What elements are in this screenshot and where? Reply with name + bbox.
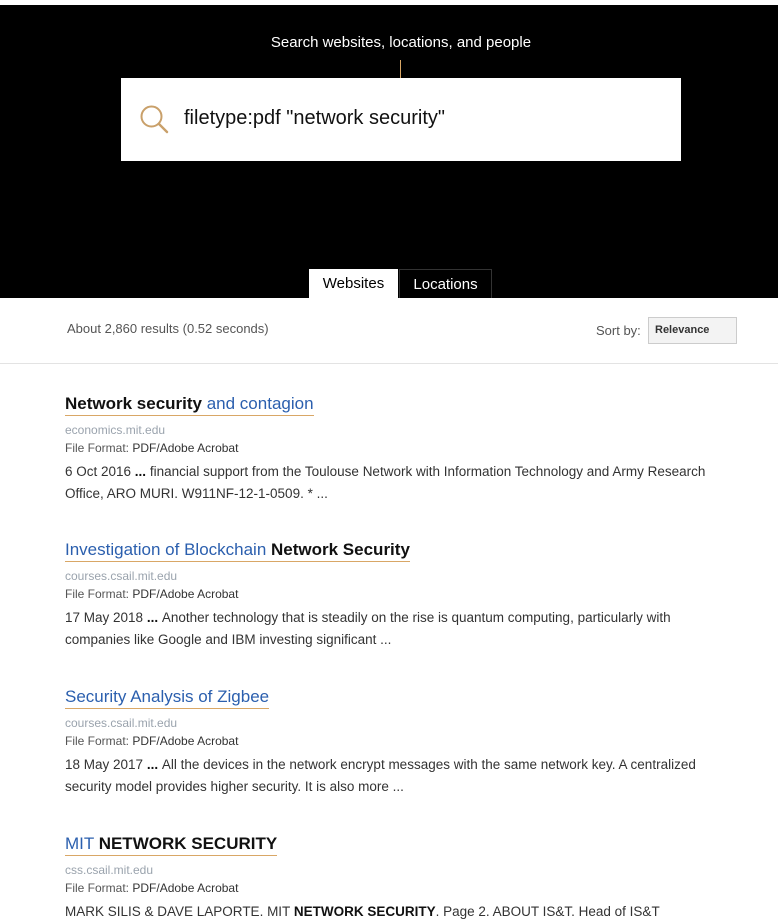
file-format-label: File Format: xyxy=(65,881,130,895)
search-hero-label: Search websites, locations, and people xyxy=(270,34,532,51)
file-format-value: PDF/Adobe Acrobat xyxy=(132,441,239,455)
snippet-ellipsis: ... xyxy=(143,610,162,625)
search-query-text[interactable]: filetype:pdf "network security" xyxy=(184,107,445,130)
results-count: About 2,860 results (0.52 seconds) xyxy=(67,321,269,336)
result-item: Security Analysis of Zigbee courses.csai… xyxy=(65,686,735,798)
result-date: 18 May 2017 xyxy=(65,757,144,772)
result-date: 6 Oct 2016 xyxy=(65,464,132,479)
snippet-text-pre: MARK SILIS & DAVE LAPORTE. MIT xyxy=(65,904,294,919)
result-date: 17 May 2018 xyxy=(65,610,144,625)
snippet-ellipsis: ... xyxy=(143,757,162,772)
result-item: Network security and contagion economics… xyxy=(65,393,735,505)
sort-label: Sort by: xyxy=(596,323,641,338)
tab-locations[interactable]: Locations xyxy=(399,269,492,298)
results-toolbar: About 2,860 results (0.52 seconds) Sort … xyxy=(0,298,778,364)
file-format-value: PDF/Adobe Acrobat xyxy=(132,881,239,895)
search-icon[interactable] xyxy=(139,104,169,134)
result-item: MIT NETWORK SECURITY css.csail.mit.edu F… xyxy=(65,833,735,923)
tab-websites[interactable]: Websites xyxy=(309,269,398,298)
result-title-link[interactable]: MIT NETWORK SECURITY xyxy=(65,833,278,856)
file-format-label: File Format: xyxy=(65,441,130,455)
file-format-label: File Format: xyxy=(65,734,130,748)
snippet-text-bold: NETWORK SECURITY xyxy=(293,904,436,919)
result-title-rest: and contagion xyxy=(202,394,314,413)
file-format-label: File Format: xyxy=(65,587,130,601)
result-snippet: 6 Oct 2016 ... financial support from th… xyxy=(65,461,735,505)
result-url: css.csail.mit.edu xyxy=(65,863,154,877)
search-hero: Search websites, locations, and people f… xyxy=(0,5,778,298)
result-title-pre: Investigation of Blockchain xyxy=(65,540,272,559)
result-snippet: 18 May 2017 ... All the devices in the n… xyxy=(65,754,735,798)
result-snippet: 17 May 2018 ... Another technology that … xyxy=(65,607,735,651)
result-url: courses.csail.mit.edu xyxy=(65,716,178,730)
file-format-value: PDF/Adobe Acrobat xyxy=(132,587,239,601)
result-title-link[interactable]: Security Analysis of Zigbee xyxy=(65,686,270,709)
sort-select[interactable]: Relevance xyxy=(648,317,737,344)
result-file-format: File Format: PDF/Adobe Acrobat xyxy=(65,733,735,749)
result-title-pre: MIT xyxy=(65,834,99,853)
result-title-link[interactable]: Investigation of Blockchain Network Secu… xyxy=(65,539,410,562)
result-item: Investigation of Blockchain Network Secu… xyxy=(65,539,735,651)
result-title-bold: Network security xyxy=(65,394,202,413)
snippet-text-post: . Page 2. ABOUT IS&T. Head of IS&T xyxy=(435,904,660,919)
search-input[interactable]: filetype:pdf "network security" xyxy=(121,78,681,161)
snippet-text: financial support from the Toulouse Netw… xyxy=(65,464,706,501)
result-file-format: File Format: PDF/Adobe Acrobat xyxy=(65,880,735,896)
result-file-format: File Format: PDF/Adobe Acrobat xyxy=(65,440,735,456)
result-title-link[interactable]: Network security and contagion xyxy=(65,393,314,416)
result-snippet: MARK SILIS & DAVE LAPORTE. MIT NETWORK S… xyxy=(65,901,735,923)
result-url: economics.mit.edu xyxy=(65,423,166,437)
result-title-bold: NETWORK SECURITY xyxy=(98,834,278,853)
result-url: courses.csail.mit.edu xyxy=(65,569,178,583)
snippet-ellipsis: ... xyxy=(131,464,150,479)
hero-divider-line xyxy=(400,60,401,78)
result-title-bold: Network Security xyxy=(271,540,410,559)
result-file-format: File Format: PDF/Adobe Acrobat xyxy=(65,586,735,602)
file-format-value: PDF/Adobe Acrobat xyxy=(132,734,239,748)
